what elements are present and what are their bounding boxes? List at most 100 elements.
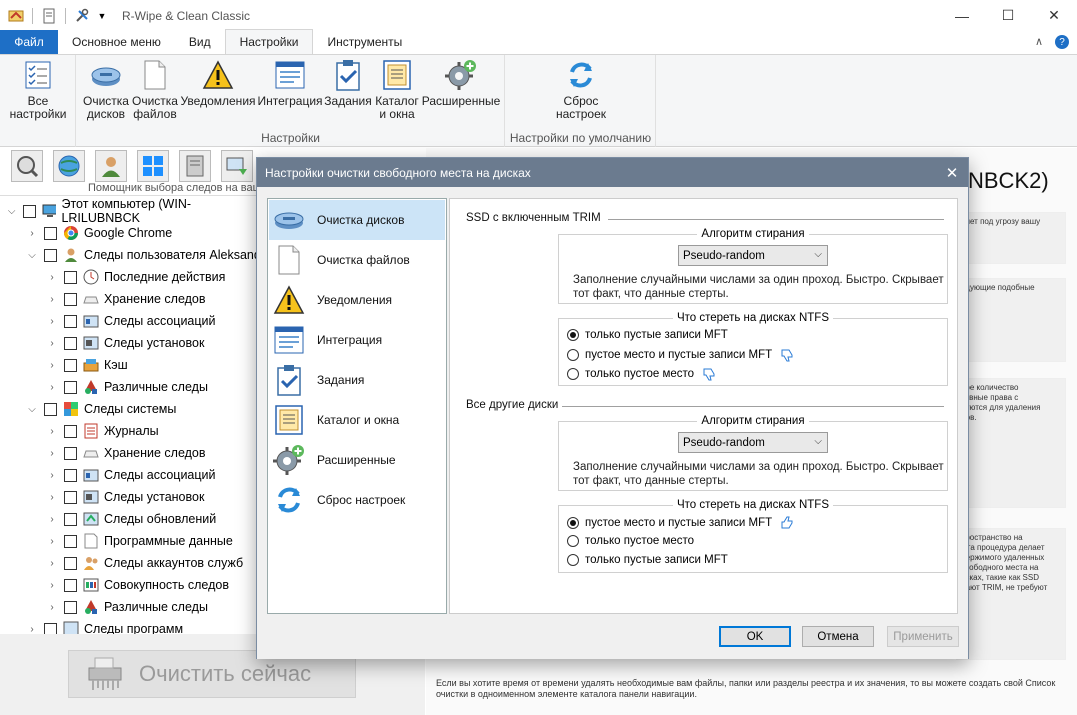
reset-settings-button[interactable]: Сброс настроек <box>550 59 612 121</box>
collapse-arrow-icon[interactable]: ⌵ <box>26 404 38 415</box>
collapse-ribbon-icon[interactable]: ∧ <box>1035 35 1043 49</box>
ssd-option-space-only[interactable]: только пустое место <box>567 367 716 381</box>
tree-root[interactable]: ⌵ Этот компьютер (WIN-LRILUBNBCK <box>6 198 256 225</box>
minimize-button[interactable]: — <box>939 0 985 31</box>
checkbox[interactable] <box>64 534 77 548</box>
checkbox[interactable] <box>64 336 77 350</box>
radio-button[interactable] <box>567 329 579 341</box>
radio-button[interactable] <box>567 349 579 361</box>
expand-arrow-icon[interactable]: › <box>46 536 58 547</box>
integration-button[interactable]: Интеграция <box>257 59 323 108</box>
help-icon[interactable]: ? <box>1055 35 1069 49</box>
tree-item-misc-2[interactable]: › Различные следы <box>46 596 208 618</box>
programs-icon[interactable] <box>179 150 211 182</box>
tab-view[interactable]: Вид <box>175 30 225 54</box>
expand-arrow-icon[interactable]: › <box>46 316 58 327</box>
tab-main-menu[interactable]: Основное меню <box>58 30 175 54</box>
checkbox[interactable] <box>44 402 57 416</box>
nav-notifications[interactable]: Уведомления <box>269 280 445 320</box>
other-option-space-and-mft[interactable]: пустое место и пустые записи MFT <box>567 516 794 530</box>
properties-icon[interactable] <box>41 8 57 24</box>
maximize-button[interactable]: ☐ <box>985 0 1031 31</box>
nav-integration[interactable]: Интеграция <box>269 320 445 360</box>
radio-button[interactable] <box>567 517 579 529</box>
other-option-mft-only[interactable]: только пустые записи MFT <box>567 554 728 566</box>
checkbox[interactable] <box>64 556 77 570</box>
advanced-button[interactable]: Расширенные <box>421 59 501 108</box>
checkbox[interactable] <box>64 512 77 526</box>
tree-item-chrome[interactable]: › Google Chrome <box>26 222 172 244</box>
nav-tasks[interactable]: Задания <box>269 360 445 400</box>
cancel-button[interactable]: Отмена <box>802 626 874 647</box>
network-icon[interactable] <box>221 150 253 182</box>
radio-button[interactable] <box>567 535 579 547</box>
ok-button[interactable]: OK <box>719 626 791 647</box>
other-algorithm-select[interactable]: Pseudo-random ⌵ <box>678 432 828 453</box>
expand-arrow-icon[interactable]: › <box>46 602 58 613</box>
checkbox[interactable] <box>64 446 77 460</box>
checkbox[interactable] <box>64 424 77 438</box>
tree-item-cache[interactable]: › Кэш <box>46 354 127 376</box>
expand-arrow-icon[interactable]: › <box>46 294 58 305</box>
expand-arrow-icon[interactable]: › <box>46 360 58 371</box>
tools-icon[interactable] <box>74 8 90 24</box>
radio-button[interactable] <box>567 554 579 566</box>
nav-catalog[interactable]: Каталог и окна <box>269 400 445 440</box>
tree-item-aggregate[interactable]: › Совокупность следов <box>46 574 229 596</box>
nav-reset[interactable]: Сброс настроек <box>269 480 445 520</box>
nav-file-cleanup[interactable]: Очистка файлов <box>269 240 445 280</box>
checkbox[interactable] <box>64 292 77 306</box>
tree-item-misc[interactable]: › Различные следы <box>46 376 208 398</box>
ssd-option-mft-only[interactable]: только пустые записи MFT <box>567 329 728 341</box>
catalog-windows-button[interactable]: Каталог и окна <box>371 59 423 121</box>
expand-arrow-icon[interactable]: › <box>46 514 58 525</box>
expand-arrow-icon[interactable]: › <box>46 558 58 569</box>
tree-item-assoc[interactable]: › Следы ассоциаций <box>46 310 215 332</box>
expand-arrow-icon[interactable]: › <box>26 228 38 239</box>
all-settings-button[interactable]: Все настройки <box>8 59 68 121</box>
apply-button[interactable]: Применить <box>887 626 959 647</box>
scan-search-icon[interactable] <box>11 150 43 182</box>
tree-item-system-tracks[interactable]: ⌵ Следы системы <box>26 398 176 420</box>
tree-item-logs[interactable]: › Журналы <box>46 420 159 442</box>
tree-item-program-data[interactable]: › Программные данные <box>46 530 233 552</box>
expand-arrow-icon[interactable]: › <box>46 492 58 503</box>
dialog-close-button[interactable]: ✕ <box>936 158 968 187</box>
tasks-button[interactable]: Задания <box>323 59 373 108</box>
notifications-button[interactable]: Уведомления <box>180 59 256 108</box>
checkbox[interactable] <box>44 248 57 262</box>
tree-item-recent[interactable]: › Последние действия <box>46 266 225 288</box>
tab-settings[interactable]: Настройки <box>224 29 314 54</box>
tree-item-storage[interactable]: › Хранение следов <box>46 288 205 310</box>
tree-item-program-tracks[interactable]: › Следы программ <box>26 618 183 634</box>
tree-item-user-tracks[interactable]: ⌵ Следы пользователя Aleksandr <box>26 244 265 266</box>
checkbox[interactable] <box>64 490 77 504</box>
tree-item-service-accounts[interactable]: › Следы аккаунтов служб <box>46 552 243 574</box>
checkbox[interactable] <box>44 622 57 634</box>
internet-globe-icon[interactable] <box>53 150 85 182</box>
collapse-arrow-icon[interactable]: ⌵ <box>6 206 17 217</box>
tree-item-installs[interactable]: › Следы установок <box>46 332 204 354</box>
expand-arrow-icon[interactable]: › <box>46 448 58 459</box>
checkbox[interactable] <box>64 314 77 328</box>
radio-button[interactable] <box>567 368 579 380</box>
customize-qat-icon[interactable]: ▼ <box>94 8 110 24</box>
other-option-space-only[interactable]: только пустое место <box>567 535 694 547</box>
expand-arrow-icon[interactable]: › <box>46 580 58 591</box>
nav-advanced[interactable]: Расширенные <box>269 440 445 480</box>
expand-arrow-icon[interactable]: › <box>26 624 38 635</box>
nav-disk-cleanup[interactable]: Очистка дисков <box>269 200 445 240</box>
checkbox[interactable] <box>64 270 77 284</box>
expand-arrow-icon[interactable]: › <box>46 338 58 349</box>
tree-item-assoc-2[interactable]: › Следы ассоциаций <box>46 464 215 486</box>
tree-item-storage-2[interactable]: › Хранение следов <box>46 442 205 464</box>
checkbox[interactable] <box>64 468 77 482</box>
expand-arrow-icon[interactable]: › <box>46 470 58 481</box>
disk-cleanup-button[interactable]: Очистка дисков <box>79 59 133 121</box>
checkbox[interactable] <box>64 380 77 394</box>
ssd-algorithm-select[interactable]: Pseudo-random ⌵ <box>678 245 828 266</box>
checkbox[interactable] <box>44 226 57 240</box>
tree-item-updates[interactable]: › Следы обновлений <box>46 508 216 530</box>
user-icon[interactable] <box>95 150 127 182</box>
checkbox[interactable] <box>64 600 77 614</box>
